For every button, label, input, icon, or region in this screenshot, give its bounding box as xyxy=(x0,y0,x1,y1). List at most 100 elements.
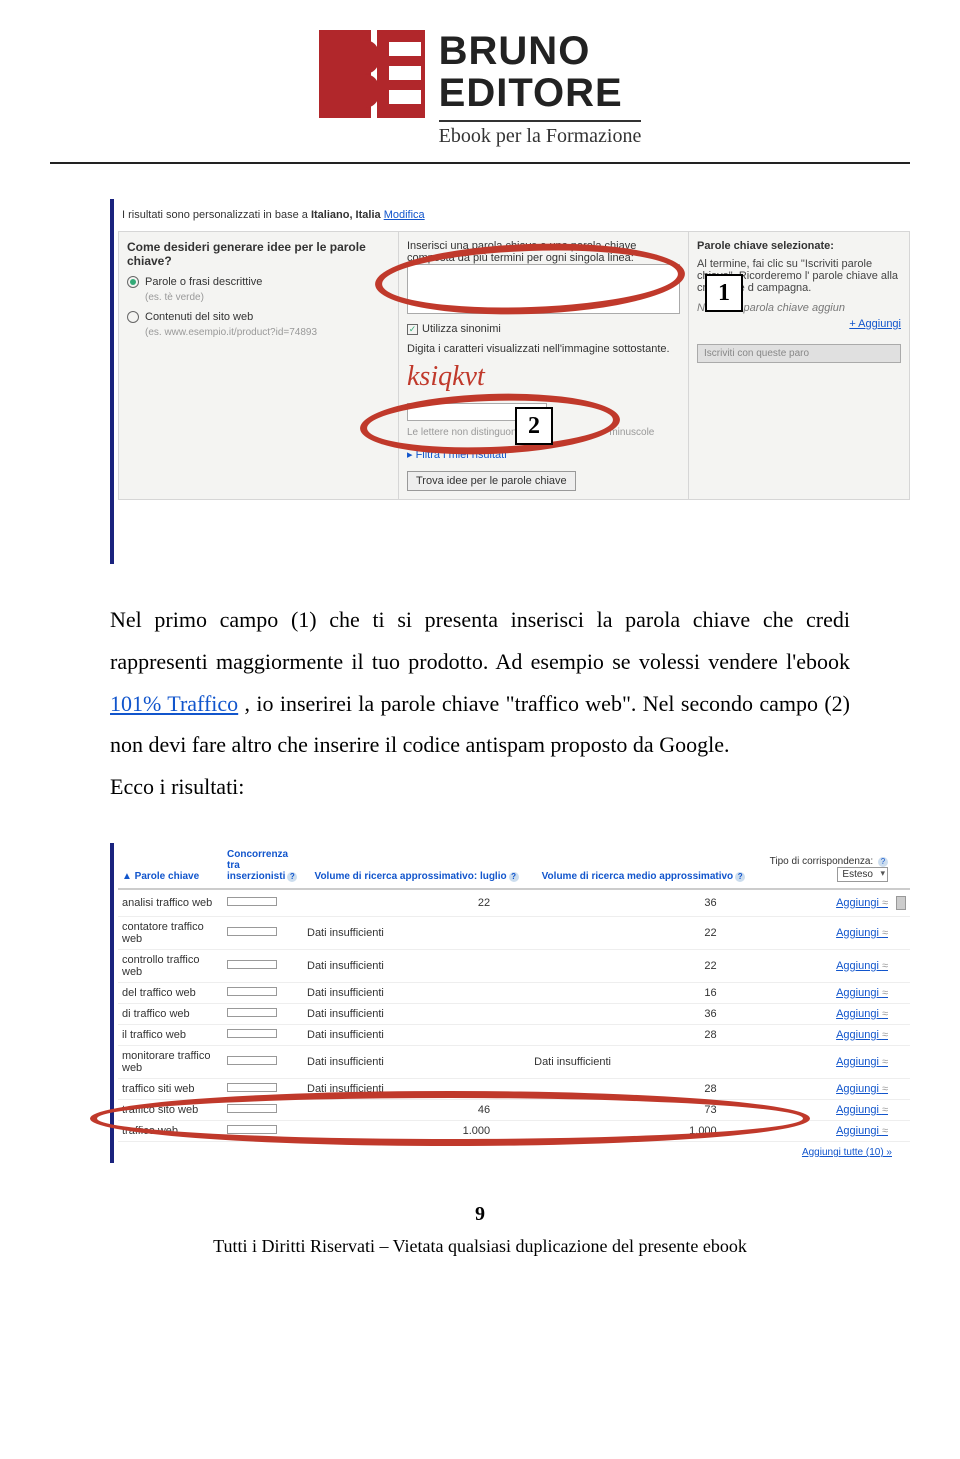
keyword-cell: controllo traffico web xyxy=(118,949,223,982)
vol-avg-cell: 36 xyxy=(530,1003,757,1024)
brand-tagline: Ebook per la Formazione xyxy=(439,120,642,147)
col-header-match: Tipo di corrispondenza: ? Esteso xyxy=(757,843,892,889)
radio2-hint: (es. www.esempio.it/product?id=74893 xyxy=(145,327,390,338)
table-row: il traffico webDati insufficienti28Aggiu… xyxy=(118,1024,910,1045)
synonyms-checkbox[interactable]: Utilizza sinonimi xyxy=(407,323,680,335)
captcha-instructions: Digita i caratteri visualizzati nell'imm… xyxy=(407,343,680,355)
scrollbar-track[interactable] xyxy=(892,1003,910,1024)
scrollbar-track[interactable] xyxy=(892,1120,910,1141)
help-icon[interactable]: ? xyxy=(509,872,519,882)
competition-cell xyxy=(223,916,303,949)
scrollbar-track[interactable] xyxy=(892,1045,910,1078)
scrollbar-track[interactable] xyxy=(892,982,910,1003)
vol-avg-cell: 36 xyxy=(530,889,757,917)
captcha-note-suffix: minuscole xyxy=(609,427,654,438)
vol-avg-cell: 1.000 xyxy=(530,1120,757,1141)
keyword-textarea[interactable] xyxy=(407,264,680,314)
selected-keywords-panel: Parole chiave selezionate: Al termine, f… xyxy=(688,231,910,500)
competition-cell xyxy=(223,1120,303,1141)
checkbox-icon xyxy=(407,324,418,335)
keyword-cell: il traffico web xyxy=(118,1024,223,1045)
vol-avg-cell: 28 xyxy=(530,1024,757,1045)
input-instructions: Inserisci una parola chiave o una parola… xyxy=(407,240,680,264)
add-keyword-link[interactable]: Aggiungi ≈ xyxy=(757,1045,892,1078)
add-keyword-link[interactable]: Aggiungi ≈ xyxy=(757,1078,892,1099)
ebook-link[interactable]: 101% Traffico xyxy=(110,691,238,716)
scroll-thumb[interactable] xyxy=(896,896,906,910)
find-ideas-button[interactable]: Trova idee per le parole chiave xyxy=(407,471,576,491)
col-header-keyword[interactable]: ▲ Parole chiave xyxy=(118,843,223,889)
competition-cell xyxy=(223,1078,303,1099)
add-keyword-link[interactable]: Aggiungi ≈ xyxy=(757,1003,892,1024)
add-keyword-link[interactable]: Aggiungi ≈ xyxy=(757,1120,892,1141)
brand-line1: BRUNO xyxy=(439,30,642,72)
screenshot-results-table: ▲ Parole chiave Concorrenza tra inserzio… xyxy=(110,843,910,1163)
add-keyword-link[interactable]: Aggiungi ≈ xyxy=(757,1099,892,1120)
keyword-cell: traffico siti web xyxy=(118,1078,223,1099)
vol-july-cell: Dati insufficienti xyxy=(303,1003,530,1024)
keyword-results-table: ▲ Parole chiave Concorrenza tra inserzio… xyxy=(118,843,910,1142)
keyword-input-panel: Inserisci una parola chiave o una parola… xyxy=(398,231,688,500)
subscribe-button[interactable]: Iscriviti con queste paro xyxy=(697,344,901,363)
help-icon[interactable]: ? xyxy=(735,872,745,882)
vol-avg-cell: 16 xyxy=(530,982,757,1003)
add-all-link[interactable]: Aggiungi tutte (10) » xyxy=(802,1147,892,1158)
scrollbar-track[interactable] xyxy=(892,889,910,917)
annotation-number-1: 1 xyxy=(705,274,743,312)
add-keyword-link[interactable]: Aggiungi ≈ xyxy=(757,1024,892,1045)
scrollbar-track[interactable] xyxy=(892,1078,910,1099)
personalization-prefix: I risultati sono personalizzati in base … xyxy=(122,209,311,221)
publisher-logo: BRUNO EDITORE Ebook per la Formazione xyxy=(319,30,642,147)
keyword-cell: analisi traffico web xyxy=(118,889,223,917)
scrollbar-track[interactable] xyxy=(892,1024,910,1045)
vol-avg-cell: 28 xyxy=(530,1078,757,1099)
para-segment-1: Nel primo campo (1) che ti si presenta i… xyxy=(110,607,850,674)
radio-site-content[interactable]: Contenuti del sito web xyxy=(127,311,390,323)
vol-avg-cell: Dati insufficienti xyxy=(530,1045,757,1078)
vol-july-cell: 22 xyxy=(303,889,530,917)
add-keyword-link[interactable]: Aggiungi ≈ xyxy=(757,916,892,949)
vol-july-cell: Dati insufficienti xyxy=(303,982,530,1003)
help-icon[interactable]: ? xyxy=(878,857,888,867)
copyright-text: Tutti i Diritti Riservati – Vietata qual… xyxy=(0,1236,960,1257)
col-header-vol-avg[interactable]: Volume di ricerca medio approssimativo? xyxy=(530,843,757,889)
add-keyword-link[interactable]: Aggiungi ≈ xyxy=(757,982,892,1003)
keyword-cell: del traffico web xyxy=(118,982,223,1003)
competition-cell xyxy=(223,1024,303,1045)
scrollbar-track[interactable] xyxy=(892,843,910,889)
header-divider xyxy=(50,162,910,164)
modify-link[interactable]: Modifica xyxy=(384,209,425,221)
logo-mark-icon xyxy=(319,30,429,118)
match-type-select[interactable]: Esteso xyxy=(837,867,888,882)
table-row: di traffico webDati insufficienti36Aggiu… xyxy=(118,1003,910,1024)
competition-cell xyxy=(223,1003,303,1024)
vol-avg-cell: 22 xyxy=(530,916,757,949)
vol-july-cell: Dati insufficienti xyxy=(303,1078,530,1099)
competition-cell xyxy=(223,1045,303,1078)
vol-july-cell: Dati insufficienti xyxy=(303,1045,530,1078)
scrollbar-track[interactable] xyxy=(892,1099,910,1120)
col-header-vol-july[interactable]: Volume di ricerca approssimativo: luglio… xyxy=(303,843,530,889)
table-row: traffico sito web4673Aggiungi ≈ xyxy=(118,1099,910,1120)
add-keyword-link[interactable]: Aggiungi ≈ xyxy=(757,889,892,917)
screenshot-left-border xyxy=(110,843,114,1163)
table-row: contatore traffico webDati insufficienti… xyxy=(118,916,910,949)
help-icon[interactable]: ? xyxy=(287,872,297,882)
radio-descriptive-phrases[interactable]: Parole o frasi descrittive xyxy=(127,276,390,288)
table-row: controllo traffico webDati insufficienti… xyxy=(118,949,910,982)
scrollbar-track[interactable] xyxy=(892,916,910,949)
scrollbar-track[interactable] xyxy=(892,949,910,982)
body-paragraph: Nel primo campo (1) che ti si presenta i… xyxy=(110,599,850,808)
keyword-cell: contatore traffico web xyxy=(118,916,223,949)
col-header-competition[interactable]: Concorrenza tra inserzionisti? xyxy=(223,843,303,889)
keyword-method-panel: Come desideri generare idee per le parol… xyxy=(118,231,398,500)
add-keyword-link[interactable]: Aggiungi ≈ xyxy=(757,949,892,982)
competition-cell xyxy=(223,889,303,917)
captcha-image: ksiqkvt xyxy=(407,355,680,399)
vol-avg-cell: 22 xyxy=(530,949,757,982)
screenshot-left-border xyxy=(110,199,114,564)
vol-july-cell: 1.000 xyxy=(303,1120,530,1141)
add-link[interactable]: + Aggiungi xyxy=(697,318,901,330)
filter-results-link[interactable]: ▸ Filtra i miei risultati xyxy=(407,448,680,461)
page-number: 9 xyxy=(0,1203,960,1226)
